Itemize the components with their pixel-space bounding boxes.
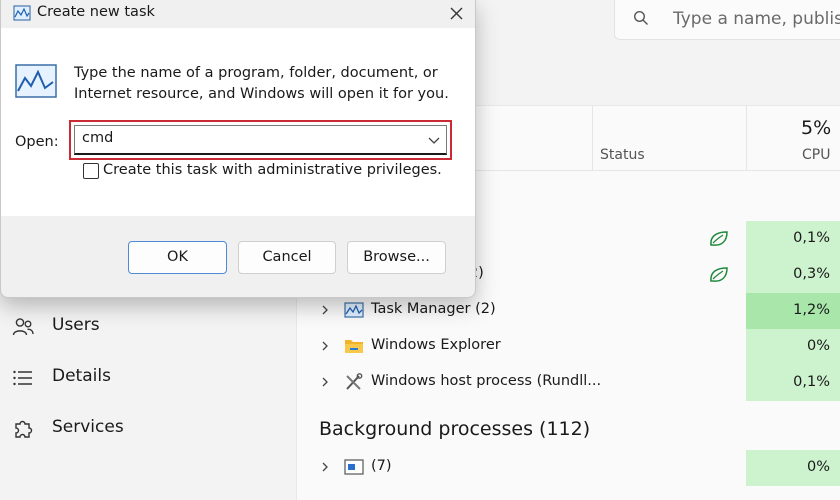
cancel-button[interactable]: Cancel [238, 241, 336, 274]
open-input[interactable]: cmd [82, 130, 113, 146]
column-separator [592, 105, 593, 171]
dialog-titlebar[interactable]: Create new task [1, 0, 477, 28]
browse-button[interactable]: Browse... [347, 241, 446, 274]
search-input[interactable]: Type a name, publish [673, 9, 840, 29]
background-processes-heading: Background processes (112) [319, 418, 591, 440]
cpu-value: 0,1% [793, 230, 830, 246]
efficiency-leaf-icon [710, 267, 728, 282]
run-app-icon [13, 5, 31, 21]
status-column-header[interactable]: Status [600, 147, 645, 163]
cpu-value: 0,3% [793, 266, 830, 282]
folder-icon [345, 340, 363, 353]
create-new-task-dialog: Create new task Type the name of a progr… [0, 0, 476, 298]
cpu-cell: 0,3% [746, 257, 840, 293]
cpu-cell: 0% [746, 450, 840, 486]
open-combobox[interactable]: cmd [74, 125, 447, 155]
chevron-right-icon[interactable] [320, 461, 330, 473]
sidebar-item-users[interactable]: Users [0, 306, 296, 346]
chevron-down-icon[interactable] [428, 135, 440, 145]
cpu-value: 1,2% [793, 302, 830, 318]
open-label: Open: [15, 134, 59, 150]
tools-icon [346, 373, 363, 390]
sidebar-item-label: Users [52, 315, 100, 335]
cpu-cell: 0,1% [746, 221, 840, 257]
dialog-title: Create new task [37, 4, 155, 20]
cpu-column-header[interactable]: CPU [802, 147, 830, 163]
sidebar-item-label: Services [52, 417, 124, 437]
search-box[interactable]: Type a name, publish [614, 0, 840, 40]
chevron-right-icon[interactable] [320, 304, 330, 316]
process-name: Windows host process (Rundll... [371, 373, 602, 389]
search-icon [633, 10, 648, 25]
run-app-icon [15, 64, 57, 98]
cpu-cell: 0,1% [746, 365, 840, 401]
cpu-value: 0% [806, 338, 830, 354]
efficiency-leaf-icon [710, 231, 728, 246]
sidebar-item-services[interactable]: Services [0, 408, 296, 448]
cpu-value: 0,1% [793, 374, 830, 390]
chevron-right-icon[interactable] [320, 376, 330, 388]
details-list-icon [13, 370, 32, 386]
sidebar-item-label: Details [52, 366, 111, 386]
chevron-right-icon[interactable] [320, 340, 330, 352]
task-manager-icon [344, 302, 364, 318]
admin-privileges-checkbox[interactable] [83, 163, 99, 179]
cpu-value: 0% [806, 459, 830, 475]
process-name: Windows Explorer [371, 337, 501, 353]
cpu-cell: 0% [746, 329, 840, 365]
table-row[interactable]: Windows host process (Rundll... 0,1% [296, 365, 840, 401]
services-puzzle-icon [15, 420, 33, 438]
users-icon [12, 318, 34, 336]
process-name: Task Manager (2) [371, 301, 496, 317]
table-row[interactable]: (7) 0% [296, 450, 840, 486]
close-icon[interactable] [441, 0, 473, 28]
admin-privileges-label[interactable]: Create this task with administrative pri… [103, 162, 442, 178]
column-separator [746, 105, 747, 171]
dialog-description: Type the name of a program, folder, docu… [74, 65, 449, 102]
table-row[interactable]: Task Manager (2) 1,2% [296, 293, 840, 329]
cpu-cell: 1,2% [746, 293, 840, 329]
window-app-icon [344, 459, 364, 475]
ok-button[interactable]: OK [128, 241, 227, 274]
table-row[interactable]: Windows Explorer 0% [296, 329, 840, 365]
sidebar-item-details[interactable]: Details [0, 357, 296, 397]
cpu-total-percent: 5% [801, 117, 832, 139]
process-name: (7) [371, 458, 392, 474]
